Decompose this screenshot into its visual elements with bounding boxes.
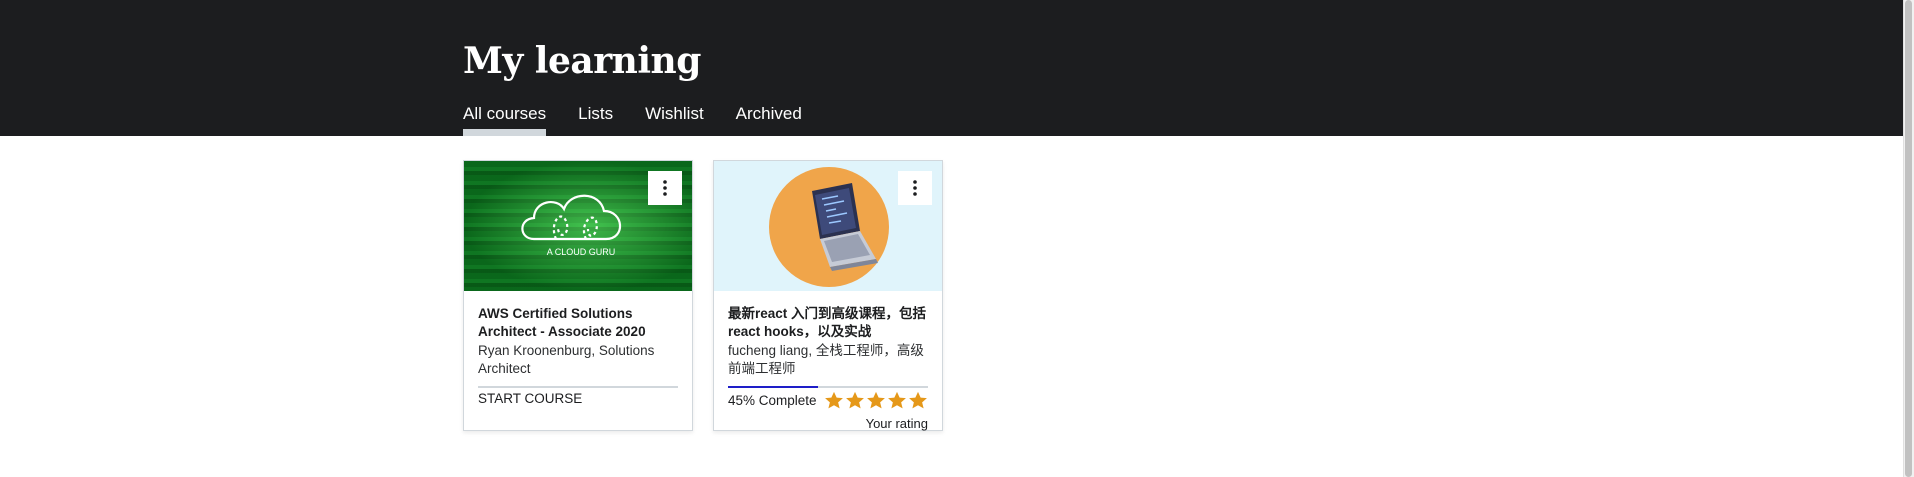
scrollbar-thumb[interactable]: [1905, 0, 1912, 477]
more-vertical-icon: [663, 180, 667, 196]
more-options-button[interactable]: [898, 171, 932, 205]
star-icon: [909, 391, 927, 409]
more-vertical-icon: [913, 180, 917, 196]
tab-wishlist[interactable]: Wishlist: [645, 104, 704, 136]
tab-lists[interactable]: Lists: [578, 104, 613, 136]
tab-all-courses[interactable]: All courses: [463, 104, 547, 136]
tab-bar: All courses Lists Wishlist Archived: [463, 104, 802, 136]
course-thumbnail: [714, 161, 942, 291]
course-title: AWS Certified Solutions Architect - Asso…: [478, 306, 646, 339]
page-header: My learning All courses Lists Wishlist A…: [0, 0, 1904, 136]
your-rating-label: Your rating: [865, 416, 928, 431]
star-icon: [825, 391, 843, 409]
progress-bar: [478, 386, 678, 388]
thumbnail-caption: A CLOUD GURU: [547, 247, 616, 257]
tab-archived[interactable]: Archived: [736, 104, 802, 136]
star-icon: [888, 391, 906, 409]
course-instructor: fucheng liang, 全栈工程师，高级前端工程师: [728, 343, 924, 376]
progress-bar: [728, 386, 928, 388]
star-rating[interactable]: [824, 391, 928, 410]
star-icon: [867, 391, 885, 409]
page-title: My learning: [463, 40, 701, 82]
progress-fill: [728, 386, 818, 388]
course-card[interactable]: A CLOUD GURU AWS Certified Solutions Arc…: [463, 160, 693, 431]
progress-label: 45% Complete: [728, 393, 817, 408]
star-icon: [846, 391, 864, 409]
vertical-scrollbar[interactable]: [1903, 0, 1914, 477]
course-instructor: Ryan Kroonenburg, Solutions Architect: [478, 343, 655, 376]
course-title: 最新react 入门到高级课程，包括react hooks，以及实战: [728, 306, 927, 339]
course-card[interactable]: 最新react 入门到高级课程，包括react hooks，以及实战 fuche…: [713, 160, 943, 431]
more-options-button[interactable]: [648, 171, 682, 205]
start-course-link[interactable]: START COURSE: [478, 391, 582, 406]
course-thumbnail: A CLOUD GURU: [464, 161, 692, 291]
